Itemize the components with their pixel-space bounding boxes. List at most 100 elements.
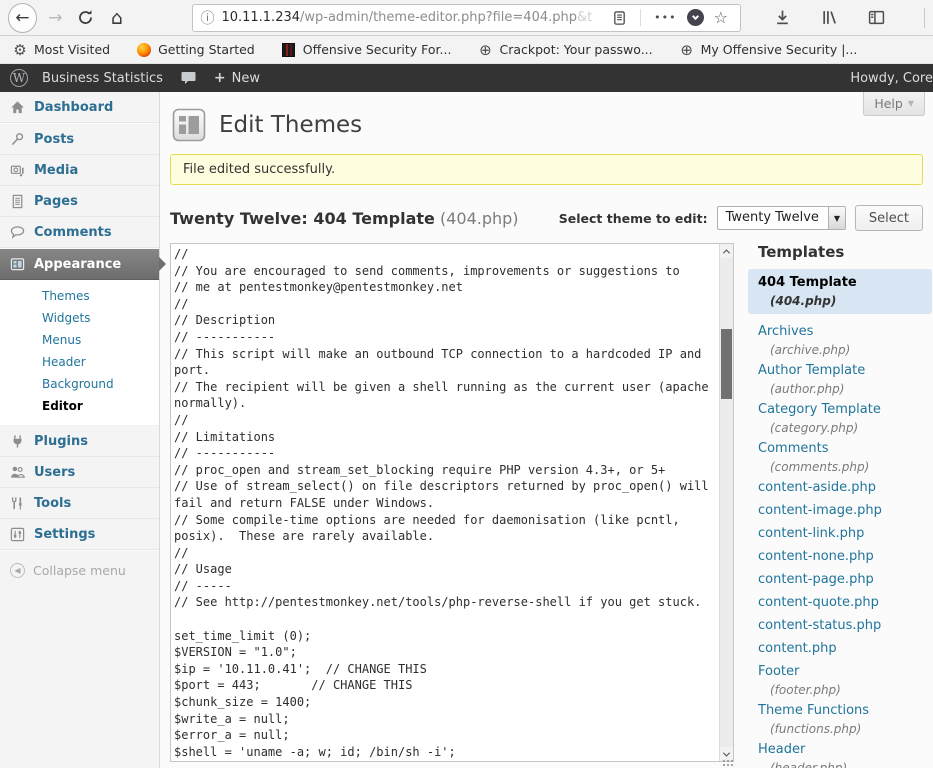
forward-icon: → (48, 8, 62, 28)
template-name: content-status.php (758, 616, 922, 636)
appearance-icon (9, 256, 25, 272)
speech-bubble-icon (9, 224, 25, 240)
template-item[interactable]: Category Template (category.php) (748, 400, 932, 436)
back-button[interactable]: ← (8, 3, 37, 33)
template-name: content-quote.php (758, 593, 922, 613)
bookmark-star-icon[interactable]: ☆ (714, 8, 728, 27)
template-item[interactable]: 404 Template (404.php) (748, 269, 932, 314)
bookmarks-toolbar: ⚙ Most Visited Getting Started Offensive… (0, 36, 933, 64)
template-item[interactable]: Author Template (author.php) (748, 361, 932, 397)
submenu-item-editor[interactable]: Editor (0, 395, 159, 417)
templates-sidebar: Templates 404 Template (404.php) Archive… (748, 243, 932, 768)
sidebar-item-dashboard[interactable]: Dashboard (0, 92, 159, 123)
sidebar-item-tools[interactable]: Tools (0, 488, 159, 519)
site-info-icon[interactable]: ⓘ (200, 8, 214, 28)
sidebar-item-comments[interactable]: Comments (0, 217, 159, 248)
adminbar-howdy[interactable]: Howdy, Core (850, 71, 933, 86)
library-icon[interactable] (821, 9, 838, 26)
adminbar-site-name[interactable]: Business Statistics (42, 71, 163, 86)
sliders-icon (9, 526, 25, 542)
adminbar-new-label: New (232, 71, 260, 86)
template-name: Comments (758, 439, 922, 459)
sidebar-item-appearance[interactable]: Appearance (0, 249, 159, 280)
adminbar-new-button[interactable]: + New (214, 70, 260, 86)
template-item[interactable]: Header (header.php) (748, 740, 932, 768)
collapse-menu-button[interactable]: ◀ Collapse menu (0, 551, 159, 590)
wordpress-logo-icon[interactable]: W (10, 69, 28, 87)
pocket-icon[interactable] (687, 9, 704, 26)
template-item[interactable]: Archives (archive.php) (748, 322, 932, 358)
home-icon: ⌂ (111, 7, 123, 29)
editor-scrollbar[interactable] (719, 244, 733, 761)
url-path: /wp-admin/theme-editor.php?file=404.php (300, 10, 577, 25)
template-filename: (comments.php) (758, 459, 922, 475)
bookmark-getting-started[interactable]: Getting Started (136, 42, 255, 58)
submenu-item-widgets[interactable]: Widgets (0, 307, 159, 329)
reader-mode-icon[interactable] (612, 10, 627, 26)
comments-bubble-icon[interactable] (181, 71, 196, 85)
tools-icon (9, 495, 25, 511)
page-title: Edit Themes (219, 112, 362, 138)
globe-icon: ⊕ (679, 42, 695, 58)
scroll-up-button[interactable] (720, 244, 733, 258)
template-item[interactable]: content-quote.php (748, 593, 932, 613)
gear-icon: ⚙ (12, 42, 28, 58)
forward-button[interactable]: → (47, 8, 64, 28)
bookmark-offensive-security[interactable]: Offensive Security For... (281, 42, 452, 58)
template-item[interactable]: content-aside.php (748, 478, 932, 498)
select-theme-button[interactable]: Select (855, 205, 923, 231)
screen: ← → ⌂ ⓘ 10.11.1.234/wp-admin/theme-edito… (0, 0, 933, 768)
users-icon (9, 464, 25, 480)
resize-grip[interactable] (722, 759, 734, 768)
submenu-item-menus[interactable]: Menus (0, 329, 159, 351)
firefox-icon (136, 42, 152, 58)
help-tab[interactable]: Help ▼ (863, 92, 925, 116)
template-item[interactable]: content-page.php (748, 570, 932, 590)
template-filename: (404.php) (758, 293, 922, 309)
sidebar-item-pages[interactable]: Pages (0, 186, 159, 217)
template-name: Category Template (758, 400, 922, 420)
reload-button[interactable] (77, 9, 94, 26)
site-favicon (281, 42, 297, 58)
templates-list: 404 Template (404.php) Archives (archive… (748, 269, 932, 768)
sidebar-item-media[interactable]: Media (0, 155, 159, 186)
sidebar-item-posts[interactable]: Posts (0, 124, 159, 155)
globe-icon: ⊕ (477, 42, 493, 58)
sidebar-item-settings[interactable]: Settings (0, 519, 159, 550)
template-item[interactable]: content.php (748, 639, 932, 659)
collapse-arrow-icon: ◀ (10, 563, 25, 578)
template-item[interactable]: content-link.php (748, 524, 932, 544)
bookmark-most-visited[interactable]: ⚙ Most Visited (12, 42, 110, 58)
template-filename: (functions.php) (758, 721, 922, 737)
submenu-item-header[interactable]: Header (0, 351, 159, 373)
template-item[interactable]: content-none.php (748, 547, 932, 567)
bookmark-my-offensive-security[interactable]: ⊕ My Offensive Security |... (679, 42, 858, 58)
success-notice: File edited successfully. (170, 154, 923, 185)
bookmark-crackpot[interactable]: ⊕ Crackpot: Your passwo... (477, 42, 652, 58)
home-button[interactable]: ⌂ (107, 7, 126, 29)
scrollbar-thumb[interactable] (721, 329, 732, 399)
template-item[interactable]: Footer (footer.php) (748, 662, 932, 698)
back-icon: ← (15, 8, 29, 28)
downloads-icon[interactable] (774, 9, 791, 26)
template-item[interactable]: Comments (comments.php) (748, 439, 932, 475)
sidebar-item-users[interactable]: Users (0, 457, 159, 488)
chevron-down-icon: ▼ (908, 99, 914, 108)
submenu-item-themes[interactable]: Themes (0, 285, 159, 307)
template-item[interactable]: content-status.php (748, 616, 932, 636)
sidebar-toggle-icon[interactable] (868, 9, 885, 26)
wp-admin-menu: Dashboard Posts Media Pages Comments (0, 92, 160, 768)
submenu-item-background[interactable]: Background (0, 373, 159, 395)
select-arrow-icon: ▼ (828, 207, 845, 229)
theme-select[interactable]: Twenty Twelve ▼ (717, 206, 846, 230)
plug-icon (9, 433, 25, 449)
template-item[interactable]: Theme Functions (functions.php) (748, 701, 932, 737)
template-item[interactable]: content-image.php (748, 501, 932, 521)
code-textarea[interactable]: // // You are encouraged to send comment… (171, 244, 719, 761)
sidebar-item-label: Posts (34, 132, 74, 147)
sidebar-item-plugins[interactable]: Plugins (0, 426, 159, 457)
template-filename: (header.php) (758, 760, 922, 768)
url-host: 10.11.1.234 (221, 10, 300, 25)
page-actions-icon[interactable]: ••• (654, 11, 676, 24)
url-bar[interactable]: ⓘ 10.11.1.234/wp-admin/theme-editor.php?… (192, 4, 741, 32)
